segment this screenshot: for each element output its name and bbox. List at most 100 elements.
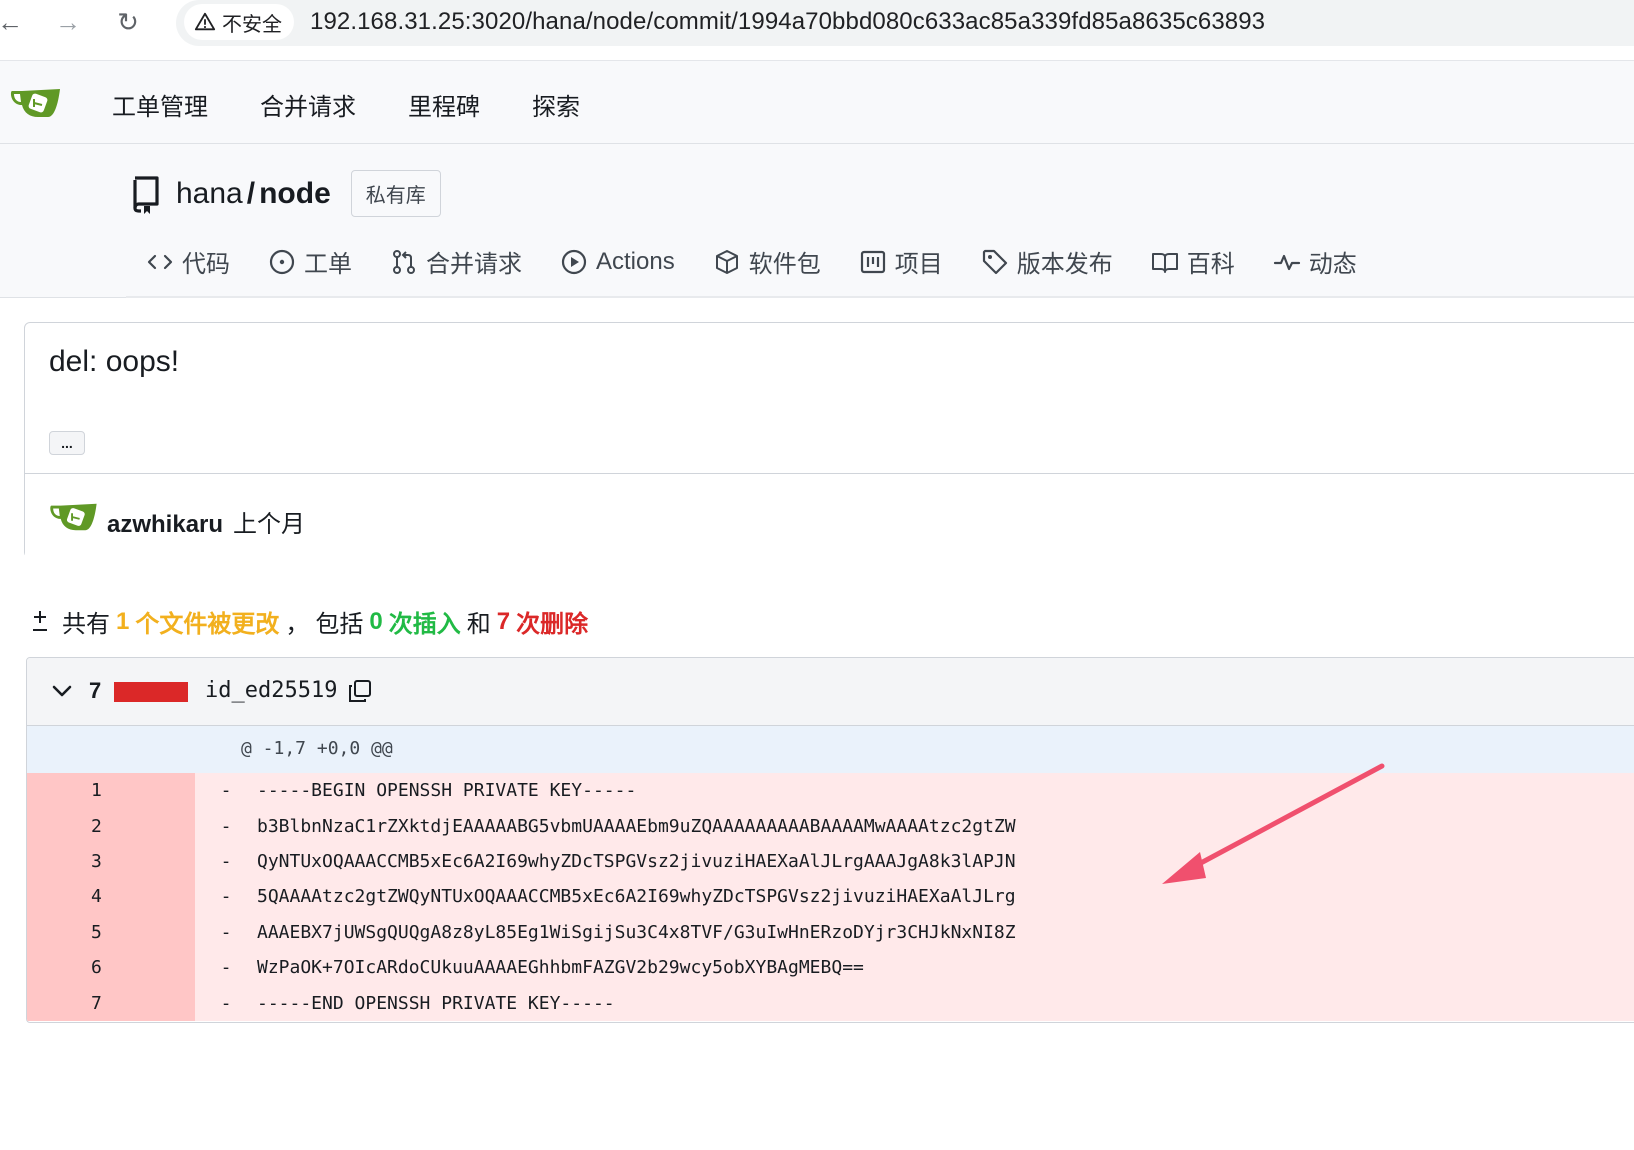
diff-line: 3 - QyNTUxOQAAACCMB5xEc6A2I69whyZDcTSPGVsz…	[27, 843, 1634, 880]
top-nav: 工单管理 合并请求 里程碑 探索	[112, 87, 580, 122]
tab-releases-label: 版本发布	[1016, 251, 1113, 278]
line-sign: -	[220, 815, 232, 837]
tab-pull-requests-label: 合并请求	[426, 251, 522, 278]
expand-message-button[interactable]: ...	[49, 431, 85, 455]
tab-packages[interactable]: 软件包	[713, 244, 821, 279]
line-number[interactable]: 3	[27, 843, 195, 880]
stats-deletions-count: 7	[496, 607, 511, 635]
line-number[interactable]: 6	[27, 949, 195, 986]
file-diff: 7 id_ed25519 @ -1,7 +0,0 @@ 1 - -----BEGIN…	[26, 657, 1634, 1023]
commit-meta: azwhikaru 上个月	[25, 473, 1634, 559]
tab-divider	[126, 296, 1634, 298]
back-button[interactable]: ←	[0, 4, 28, 40]
line-code: -----BEGIN OPENSSH PRIVATE KEY-----	[257, 780, 637, 802]
tab-wiki[interactable]: 百科	[1151, 244, 1235, 279]
diff-line: 6 - WzPaOK+7OIcARdoCUkuuAAAAEGhhbmFAZGV2b2…	[27, 949, 1634, 986]
line-code: AAAEBX7jUWSgQUQgA8z8yL85Eg1WiSgijSu3C4x8…	[257, 921, 1016, 943]
tab-activity-label: 动态	[1308, 251, 1357, 278]
line-number[interactable]: 7	[27, 985, 195, 1021]
avatar[interactable]	[49, 500, 97, 534]
tab-code[interactable]: 代码	[146, 244, 230, 279]
tab-pull-requests[interactable]: 合并请求	[390, 244, 522, 279]
line-sign: -	[220, 780, 232, 802]
stats-insertions-count: 0	[369, 607, 383, 635]
reload-icon: ↻	[117, 6, 139, 37]
chevron-down-icon[interactable]	[49, 678, 75, 704]
tab-releases[interactable]: 版本发布	[981, 244, 1113, 279]
file-name-link[interactable]: id_ed25519	[205, 678, 337, 703]
plus-minus-icon	[33, 610, 47, 631]
line-sign: -	[220, 886, 232, 908]
diff-line: 1 - -----BEGIN OPENSSH PRIVATE KEY-----	[27, 773, 1634, 809]
nav-issues[interactable]: 工单管理	[112, 87, 208, 122]
commit-author: azwhikaru 上个月	[107, 504, 305, 539]
line-number[interactable]: 5	[27, 914, 195, 950]
address-bar[interactable]: 不安全 192.168.31.25:3020/hana/node/commit/…	[176, 0, 1634, 46]
tab-actions-label: Actions	[596, 247, 675, 275]
hunk-header: @ -1,7 +0,0 @@	[27, 726, 1634, 773]
pull-request-icon	[393, 249, 415, 274]
warning-icon	[194, 12, 216, 31]
private-badge: 私有库	[350, 170, 441, 217]
stats-files-label[interactable]: 个文件被更改	[135, 604, 279, 639]
tab-wiki-label: 百科	[1186, 251, 1235, 278]
stats-insertions-label: 次插入	[388, 611, 461, 638]
line-number[interactable]: 2	[27, 808, 195, 844]
browser-toolbar: ← → ↻ 不安全 192.168.31.25:3020/hana/node/c…	[0, 0, 1634, 60]
stats-prefix: 共有	[62, 611, 110, 638]
line-code: -----END OPENSSH PRIVATE KEY-----	[257, 992, 615, 1014]
security-indicator[interactable]: 不安全	[184, 4, 294, 40]
stats-comma: ，	[285, 611, 310, 638]
repo-header: hana / node 私有库 代码 工单 合并请求 Actions 软件包 项目	[0, 144, 1634, 298]
forward-button[interactable]: →	[50, 4, 86, 40]
gitea-logo-icon[interactable]	[10, 85, 60, 121]
repo-name-link[interactable]: node	[259, 177, 331, 210]
diff-line: 2 - b3BlbnNzaC1rZXktdjEAAAAABG5vbmUAAAAEbm…	[27, 808, 1634, 844]
line-sign: -	[220, 992, 232, 1014]
stats-files-count: 1	[116, 607, 130, 635]
line-sign: -	[220, 957, 232, 979]
line-number[interactable]: 4	[27, 879, 195, 915]
line-sign: -	[220, 921, 232, 943]
repo-name: hana / node	[176, 177, 331, 211]
nav-milestones[interactable]: 里程碑	[408, 87, 480, 122]
nav-explore[interactable]: 探索	[532, 87, 580, 122]
reload-button[interactable]: ↻	[110, 4, 146, 40]
package-icon	[715, 249, 738, 274]
line-sign: -	[220, 850, 232, 872]
code-icon	[147, 254, 173, 269]
app-header: 工单管理 合并请求 里程碑 探索	[0, 60, 1634, 144]
repo-separator: /	[246, 176, 256, 210]
commit-time: 上个月	[233, 511, 306, 538]
tab-actions[interactable]: Actions	[560, 244, 675, 279]
tab-projects[interactable]: 项目	[859, 244, 943, 279]
tag-icon	[982, 249, 1007, 274]
url-text[interactable]: 192.168.31.25:3020/hana/node/commit/1994…	[310, 8, 1265, 36]
repo-title: hana / node 私有库	[130, 170, 441, 217]
book-icon	[1151, 252, 1178, 273]
commit-box: del: oops! ... azwhikaru 上个月	[24, 322, 1634, 559]
tab-activity[interactable]: 动态	[1273, 244, 1357, 279]
tab-issues[interactable]: 工单	[268, 244, 352, 279]
repo-tabs: 代码 工单 合并请求 Actions 软件包 项目 版本发布 百科 动态	[146, 244, 1357, 279]
tab-projects-label: 项目	[894, 251, 943, 278]
file-diff-header: 7 id_ed25519	[27, 658, 1634, 726]
line-number[interactable]: 1	[27, 773, 195, 809]
line-code: b3BlbnNzaC1rZXktdjEAAAAABG5vbmUAAAAEbm9u…	[257, 815, 1016, 837]
stats-deletions-label: 次删除	[516, 611, 589, 638]
stats-including: 包括	[315, 611, 364, 638]
tab-packages-label: 软件包	[748, 251, 821, 278]
stats-and: 和	[466, 611, 491, 638]
copy-icon[interactable]	[347, 678, 373, 704]
diff-stats: 共有 1 个文件被更改 ， 包括 0 次插入 和 7 次删除	[30, 604, 588, 639]
author-name-link[interactable]: azwhikaru	[107, 511, 223, 538]
diff-lines: 1 - -----BEGIN OPENSSH PRIVATE KEY----- 2 -…	[27, 773, 1634, 1021]
repo-owner-link[interactable]: hana	[176, 177, 243, 210]
nav-pull-requests[interactable]: 合并请求	[260, 87, 356, 122]
back-arrow-icon: ←	[0, 6, 23, 37]
play-icon	[561, 249, 587, 274]
diff-line: 7 - -----END OPENSSH PRIVATE KEY-----	[27, 985, 1634, 1021]
diff-line: 5 - AAAEBX7jUWSgQUQgA8z8yL85Eg1WiSgijSu3C4…	[27, 914, 1634, 950]
hunk-header-text: @ -1,7 +0,0 @@	[241, 738, 393, 759]
file-deletions-count: 7	[89, 678, 102, 703]
